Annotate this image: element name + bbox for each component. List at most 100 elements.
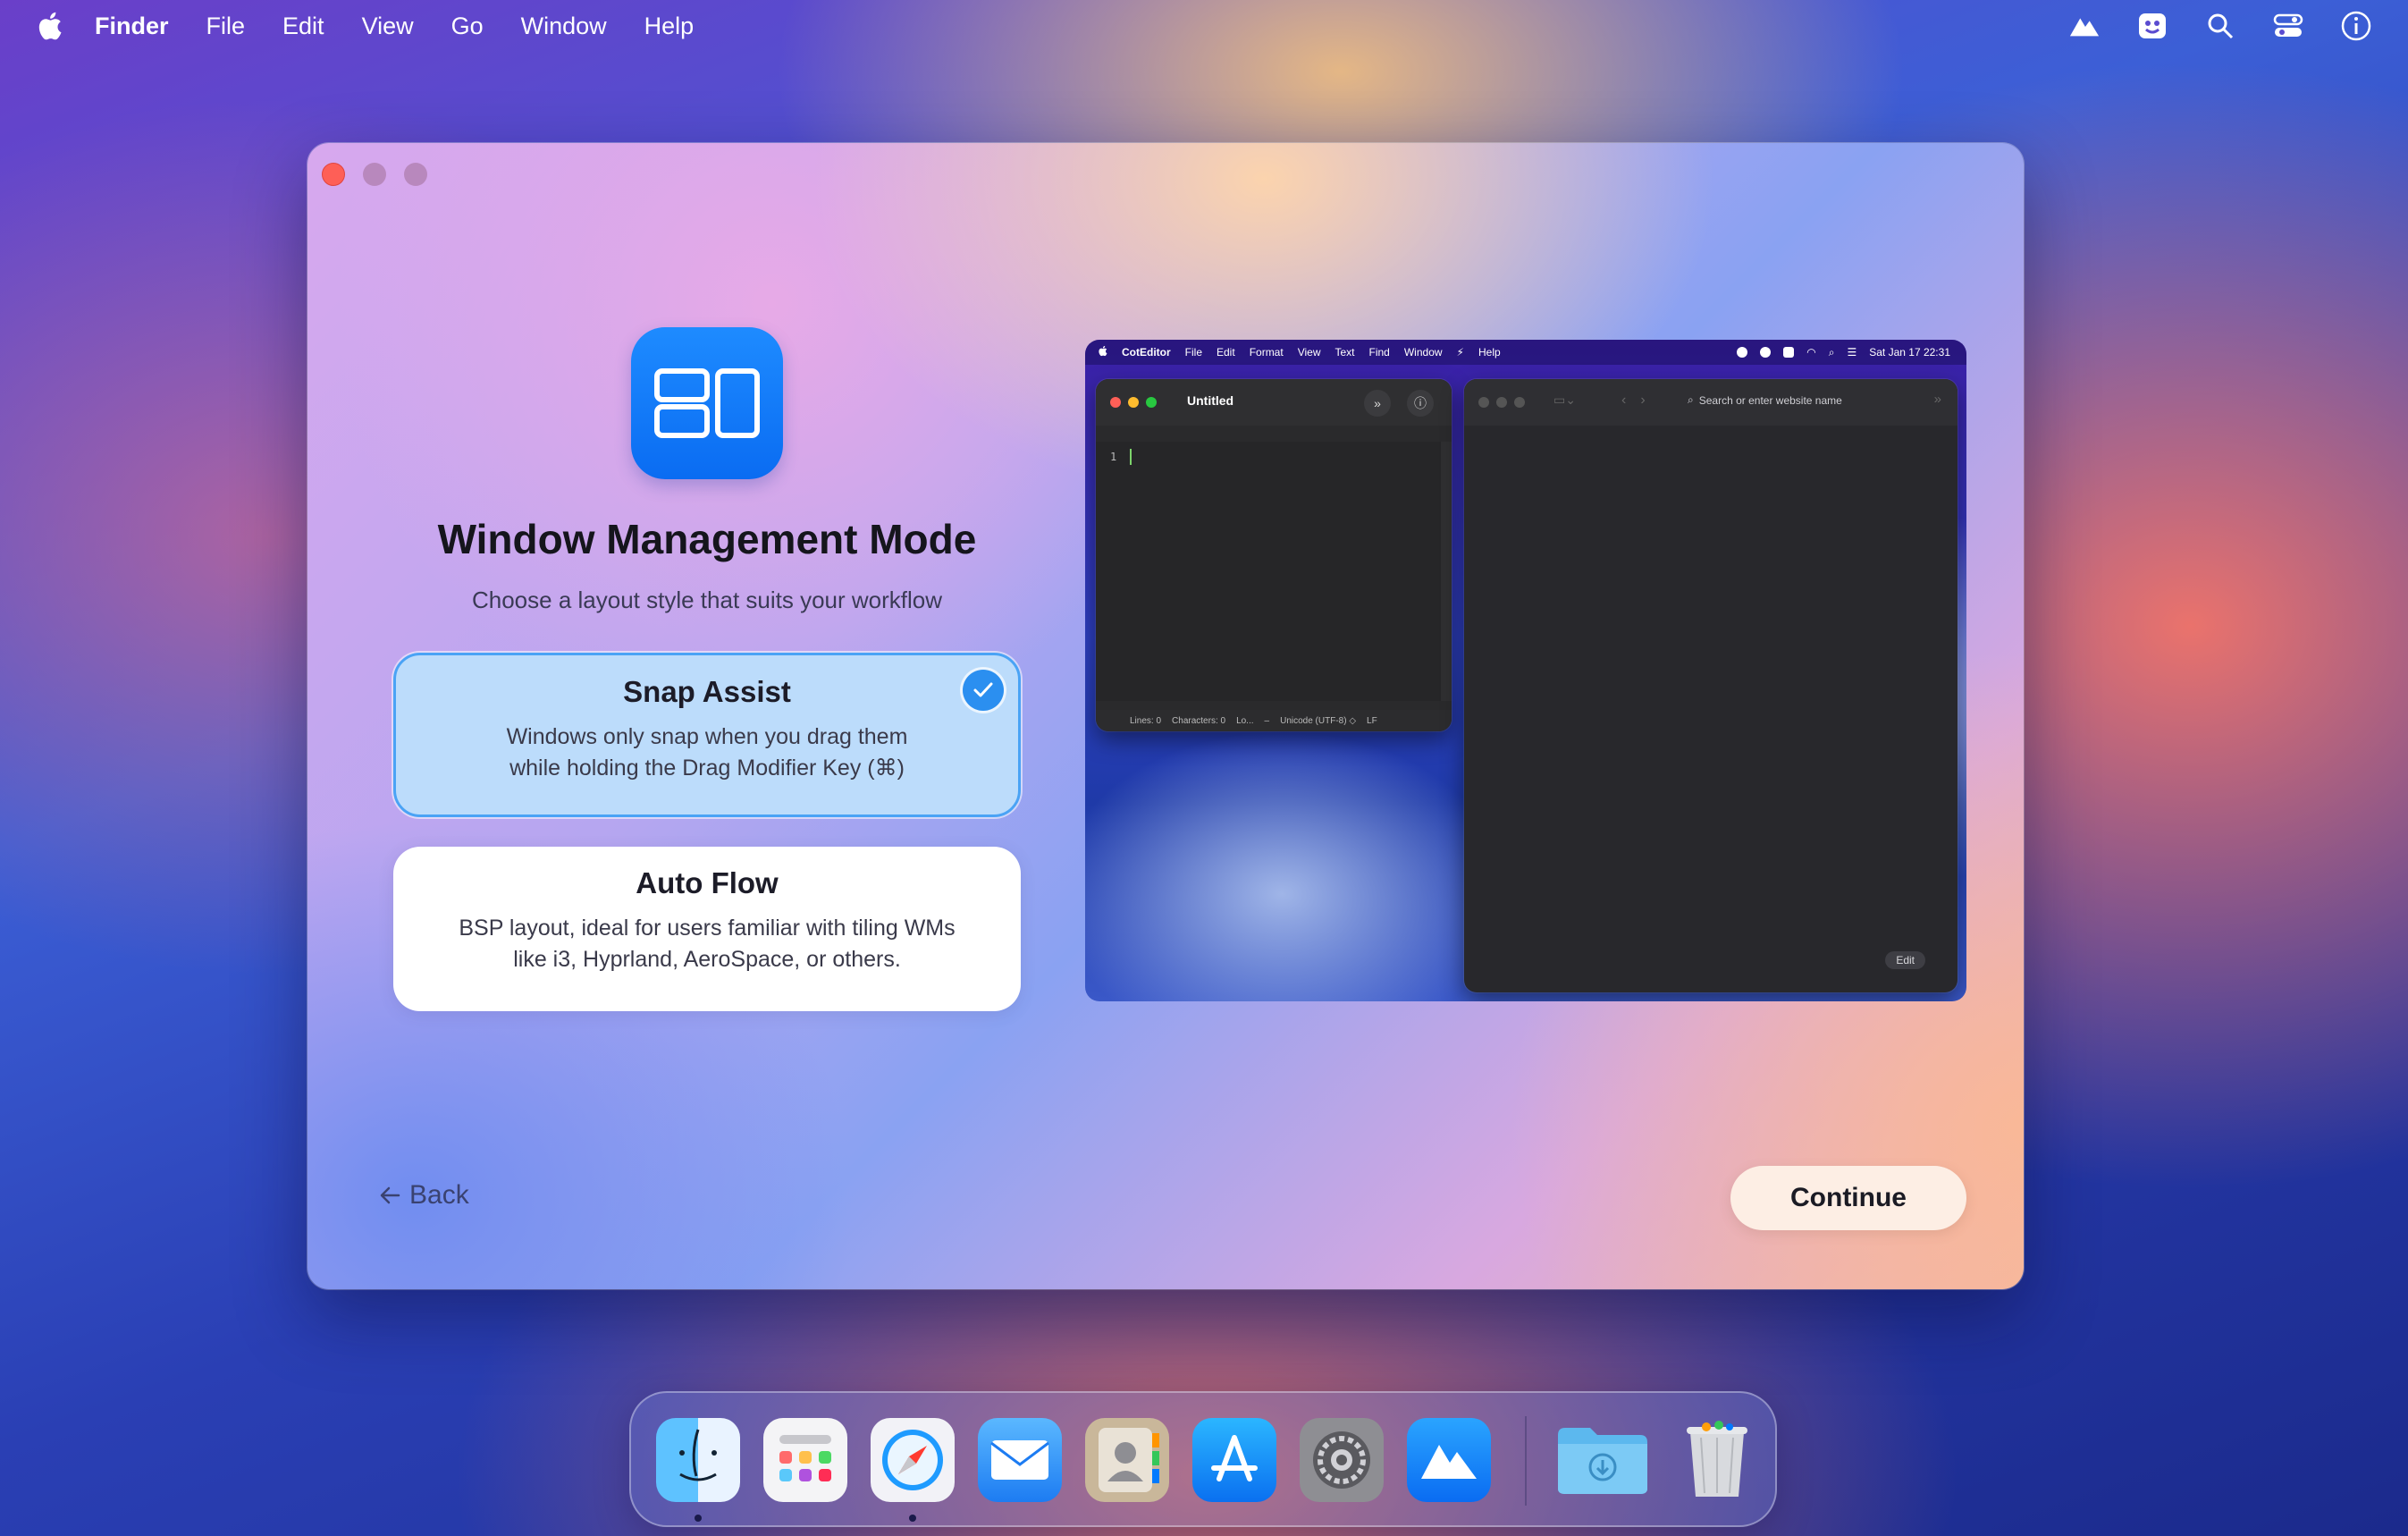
preview-menu-item: Window (1403, 346, 1443, 359)
continue-button[interactable]: Continue (1730, 1166, 1966, 1230)
menu-go[interactable]: Go (451, 13, 484, 40)
dock (629, 1391, 1777, 1527)
dock-safari-icon[interactable] (871, 1418, 955, 1502)
dock-app-store-icon[interactable] (1192, 1418, 1276, 1502)
preview-wifi-icon: ◠ (1806, 346, 1816, 359)
preview-chevrons-icon: » (1933, 392, 1941, 407)
preview-search-icon: ⌕ (1688, 393, 1694, 406)
preview-browser-toolbar: ▭⌄ ‹ › ⌕ Search or enter website name » (1464, 379, 1958, 426)
dock-finder-icon[interactable] (656, 1418, 740, 1502)
page-title: Window Management Mode (437, 516, 977, 562)
preview-scrollbar (1441, 442, 1452, 701)
preview-url-placeholder: Search or enter website name (1698, 393, 1842, 407)
preview-status-icon (1783, 347, 1795, 358)
preview-status-encoding: Unicode (UTF-8) ◇ (1280, 715, 1357, 726)
preview-sidebar-icon: ▭⌄ (1553, 392, 1576, 407)
preview-status-characters: Characters: 0 (1172, 715, 1226, 726)
preview-editor-title: Untitled (1187, 393, 1234, 408)
preview-url-bar: ⌕ Search or enter website name (1688, 393, 1842, 407)
preview-editor-status-bar: Lines: 0 Characters: 0 Lo... – Unicode (… (1096, 710, 1452, 731)
preview-minimize-dot (1496, 397, 1507, 408)
preview-menu-item: Help (1478, 346, 1501, 359)
window-layout-app-icon (631, 327, 783, 479)
preview-back-icon: ‹ (1621, 392, 1627, 408)
preview-menu-item: File (1184, 346, 1202, 359)
dock-separator (1525, 1416, 1527, 1506)
preview-close-dot (1110, 397, 1121, 408)
preview-menu-item: Find (1368, 346, 1390, 359)
preview-editor-window: Untitled » ⓘ 1 Lines: 0 Characters: 0 Lo… (1096, 379, 1452, 731)
option-description-line: Windows only snap when you drag them (506, 724, 908, 749)
assistant-face-icon[interactable] (2136, 10, 2168, 42)
dock-trash-icon[interactable] (1675, 1418, 1759, 1502)
option-auto-flow[interactable]: Auto Flow BSP layout, ideal for users fa… (393, 847, 1021, 1011)
preview-editor-titlebar: Untitled » ⓘ (1096, 379, 1452, 426)
preview-menu-item: View (1297, 346, 1321, 359)
preview-datetime: Sat Jan 17 22:31 (1869, 346, 1950, 359)
preview-status-dash: – (1264, 715, 1270, 726)
option-snap-assist[interactable]: Snap Assist Windows only snap when you d… (393, 653, 1021, 817)
layout-preview: CotEditor File Edit Format View Text Fin… (1085, 340, 1966, 1001)
preview-search-icon: ⌕ (1828, 345, 1835, 359)
back-button[interactable]: Back (379, 1180, 469, 1211)
close-button[interactable] (322, 163, 345, 186)
option-description-line: while holding the Drag Modifier Key (⌘) (509, 755, 905, 781)
info-icon[interactable] (2340, 10, 2372, 42)
window-controls (322, 163, 427, 186)
checkmark-icon (963, 670, 1004, 711)
preview-browser-window: ▭⌄ ‹ › ⌕ Search or enter website name » … (1464, 379, 1958, 992)
preview-apple-icon (1098, 345, 1107, 359)
preview-editor-text-area: 1 (1096, 442, 1452, 701)
option-description-line: like i3, Hyprland, AeroSpace, or others. (513, 947, 901, 972)
preview-close-dot (1478, 397, 1489, 408)
zoom-button[interactable] (404, 163, 427, 186)
preview-chevrons-icon: » (1364, 390, 1391, 417)
preview-minimize-dot (1128, 397, 1139, 408)
dock-launchpad-icon[interactable] (763, 1418, 847, 1502)
preview-forward-icon: › (1640, 392, 1646, 408)
option-description: BSP layout, ideal for users familiar wit… (393, 913, 1021, 975)
preview-status-icon (1737, 347, 1748, 358)
dock-system-settings-icon[interactable] (1300, 1418, 1384, 1502)
option-description: Windows only snap when you drag them whi… (396, 722, 1018, 784)
menu-help[interactable]: Help (644, 13, 695, 40)
preview-browser-nav: ‹ › (1621, 392, 1646, 409)
minimize-button[interactable] (363, 163, 386, 186)
search-icon[interactable] (2204, 10, 2236, 42)
preview-menu-item: Edit (1217, 346, 1235, 359)
apple-logo-icon[interactable] (36, 11, 63, 41)
preview-status-lo: Lo... (1236, 715, 1254, 726)
menu-file[interactable]: File (206, 13, 246, 40)
dock-running-indicator (909, 1515, 916, 1522)
preview-menu-item: Format (1249, 346, 1284, 359)
back-label: Back (409, 1180, 469, 1210)
menu-view[interactable]: View (362, 13, 414, 40)
menu-app-finder[interactable]: Finder (95, 13, 169, 40)
option-title: Snap Assist (623, 675, 791, 708)
arrow-left-icon (380, 1186, 400, 1204)
preview-status-lines: Lines: 0 (1130, 715, 1162, 726)
page-subtitle: Choose a layout style that suits your wo… (471, 587, 943, 613)
menu-window[interactable]: Window (521, 13, 607, 40)
dock-downloads-folder-icon[interactable] (1553, 1418, 1652, 1502)
option-description-line: BSP layout, ideal for users familiar wit… (459, 916, 956, 941)
preview-menu-item: ⚡ (1456, 346, 1464, 359)
option-title: Auto Flow (636, 866, 779, 899)
preview-status-line-ending: LF (1367, 715, 1377, 726)
preview-line-number: 1 (1110, 451, 1117, 463)
dock-mountain-app-icon[interactable] (1407, 1418, 1491, 1502)
preview-info-icon: ⓘ (1407, 390, 1434, 417)
preview-zoom-dot (1146, 397, 1157, 408)
menu-bar: Finder File Edit View Go Window Help (0, 0, 2408, 52)
dock-contacts-icon[interactable] (1085, 1418, 1169, 1502)
preview-menu-bar: CotEditor File Edit Format View Text Fin… (1085, 340, 1966, 365)
dock-mail-icon[interactable] (978, 1418, 1062, 1502)
control-center-icon[interactable] (2272, 10, 2304, 42)
onboarding-window: Window Management Mode Choose a layout s… (307, 143, 2024, 1289)
preview-menu-item: Text (1335, 346, 1355, 359)
menu-edit[interactable]: Edit (282, 13, 324, 40)
preview-control-icon: ☰ (1847, 346, 1857, 359)
mountain-icon[interactable] (2068, 10, 2101, 42)
preview-edit-button: Edit (1885, 951, 1925, 969)
preview-menu-app: CotEditor (1122, 346, 1171, 359)
